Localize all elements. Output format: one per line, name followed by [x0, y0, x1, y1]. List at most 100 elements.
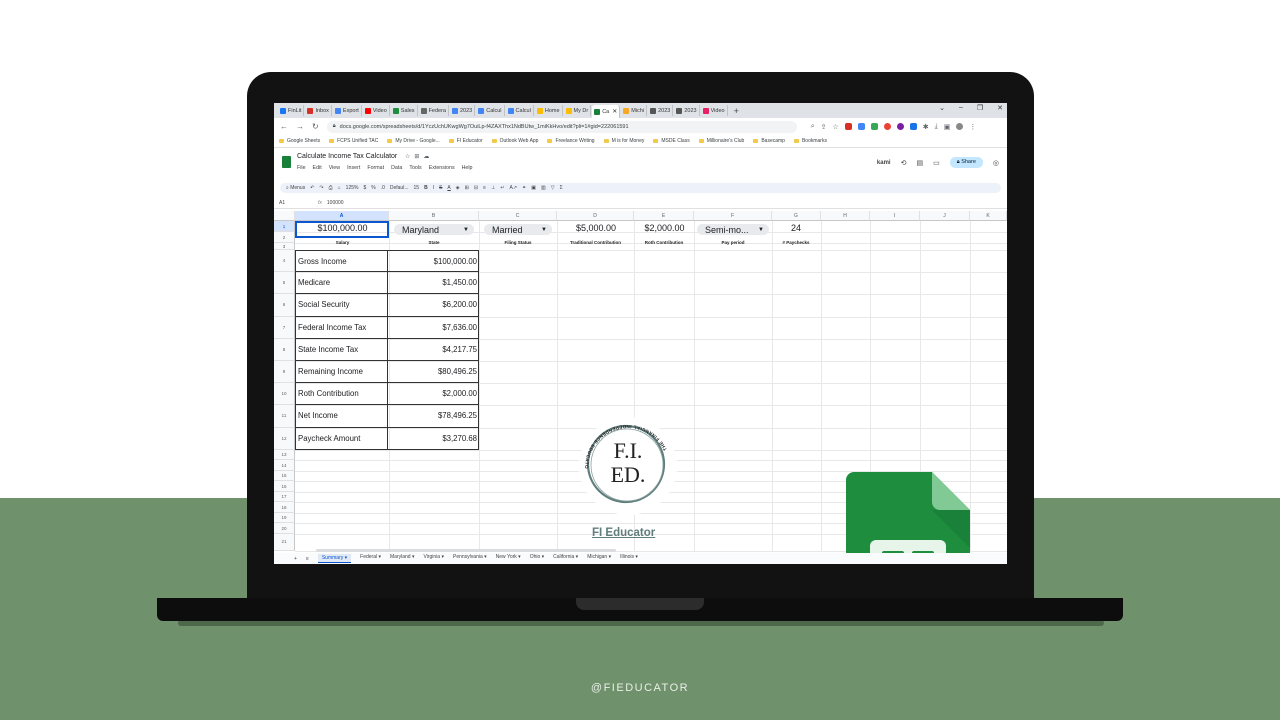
row-header[interactable]: 2: [274, 232, 295, 243]
wrap-icon[interactable]: ↵: [500, 185, 504, 191]
bookmark-item[interactable]: Freelance Writing: [547, 138, 595, 144]
extension-icon[interactable]: [870, 123, 878, 130]
search-menus[interactable]: ⌕ Menus: [286, 185, 305, 191]
sheet-tab[interactable]: Ohio ▾: [530, 554, 544, 563]
browser-tab[interactable]: 2023: [648, 105, 674, 116]
new-tab-button[interactable]: +: [734, 106, 739, 116]
extension-icon[interactable]: [896, 123, 904, 130]
minimize-icon[interactable]: –: [959, 104, 963, 112]
row-header[interactable]: 11: [274, 405, 295, 428]
menu-item[interactable]: Help: [462, 165, 473, 171]
summary-label[interactable]: Net Income: [295, 405, 388, 428]
fill-color-icon[interactable]: ◈: [456, 185, 460, 191]
summary-value[interactable]: $3,270.68: [388, 427, 479, 450]
italic-icon[interactable]: I: [433, 185, 434, 191]
sheet-tab[interactable]: Pennsylvania ▾: [453, 554, 487, 563]
spreadsheet-grid[interactable]: ABCDEFGHIJK 1 2 3 4 5 6 7 8 9 10 11 12 13 14 15 16 17 18 1…: [274, 211, 1007, 564]
summary-label[interactable]: Medicare: [295, 272, 388, 295]
decimal-icon[interactable]: .0: [381, 185, 385, 191]
sheet-tab[interactable]: Virginia ▾: [424, 554, 445, 563]
name-box[interactable]: A1: [274, 200, 310, 206]
summary-value[interactable]: $80,496.25: [388, 361, 479, 384]
strikethrough-icon[interactable]: S: [439, 185, 442, 191]
functions-icon[interactable]: Σ: [560, 185, 563, 191]
row-header[interactable]: 7: [274, 316, 295, 339]
row-header[interactable]: 5: [274, 272, 295, 295]
paychecks-input-cell[interactable]: 24: [772, 223, 820, 233]
kebab-menu-icon[interactable]: ⋮: [969, 123, 976, 131]
sheet-tab[interactable]: Illinois ▾: [620, 554, 638, 563]
percent-icon[interactable]: %: [371, 185, 375, 191]
bold-icon[interactable]: B: [424, 185, 428, 191]
summary-label[interactable]: Remaining Income: [295, 361, 388, 384]
extension-icon[interactable]: [844, 123, 852, 130]
redo-icon[interactable]: ↷: [319, 185, 323, 191]
bookmark-item[interactable]: Basecamp: [753, 138, 785, 144]
row-header[interactable]: 20: [274, 523, 295, 534]
fi-educator-link[interactable]: FI Educator: [592, 527, 655, 539]
menu-item[interactable]: File: [297, 165, 306, 171]
print-icon[interactable]: ⎙: [329, 185, 333, 191]
browser-tab[interactable]: Video: [363, 105, 390, 116]
font-size-field[interactable]: 15: [414, 185, 420, 191]
avatar[interactable]: [956, 123, 964, 130]
browser-tab[interactable]: Calcul: [476, 105, 505, 116]
share-page-icon[interactable]: ⇪: [821, 123, 827, 131]
horizontal-scrollbar[interactable]: [316, 549, 616, 552]
menu-item[interactable]: View: [329, 165, 340, 171]
align-icon[interactable]: ≡: [483, 185, 486, 191]
cloud-icon[interactable]: ☁: [423, 154, 433, 160]
forward-icon[interactable]: →: [296, 122, 304, 131]
column-header[interactable]: C: [479, 211, 557, 221]
column-header[interactable]: I: [870, 211, 920, 221]
document-title[interactable]: Calculate Income Tax Calculator: [297, 153, 397, 160]
link-icon[interactable]: ⚭: [522, 185, 526, 191]
filter-icon[interactable]: ▽: [551, 185, 555, 191]
browser-tab[interactable]: 2023: [674, 105, 700, 116]
sheet-tab[interactable]: Summary ▾: [317, 554, 352, 563]
row-header[interactable]: 4: [274, 250, 295, 273]
add-sheet-icon[interactable]: +: [294, 556, 297, 562]
menu-item[interactable]: Tools: [409, 165, 421, 171]
column-header[interactable]: E: [634, 211, 694, 221]
browser-tab[interactable]: Sales: [391, 105, 418, 116]
browser-tab[interactable]: Michi: [621, 105, 648, 116]
url-field[interactable]: 🔒︎ docs.google.com/spreadsheets/d/1YczUc…: [326, 120, 797, 133]
menu-item[interactable]: Data: [391, 165, 402, 171]
roth-input-cell[interactable]: $2,000.00: [635, 223, 694, 233]
state-dropdown[interactable]: Maryland ▼: [394, 224, 474, 235]
row-header[interactable]: 16: [274, 481, 295, 492]
row-header[interactable]: 10: [274, 383, 295, 406]
merge-icon[interactable]: ⊟: [474, 185, 478, 191]
row-header[interactable]: 18: [274, 502, 295, 513]
filing-status-dropdown[interactable]: Married ▼: [484, 224, 552, 235]
sheet-tab[interactable]: New York ▾: [496, 554, 521, 563]
comment-add-icon[interactable]: ▣: [531, 185, 536, 191]
row-header[interactable]: 14: [274, 460, 295, 471]
menu-item[interactable]: Edit: [313, 165, 322, 171]
bookmark-item[interactable]: M is for Money: [603, 138, 644, 144]
extension-icon[interactable]: [909, 123, 917, 130]
sheets-logo-icon[interactable]: [282, 156, 291, 168]
bookmark-item[interactable]: Google Sheets: [279, 138, 320, 144]
paint-format-icon[interactable]: ⌂: [338, 185, 341, 191]
rotate-icon[interactable]: A↗: [510, 185, 518, 191]
share-button[interactable]: 🔒︎ Share: [949, 157, 983, 168]
sheet-tab[interactable]: Maryland ▾: [390, 554, 414, 563]
row-header[interactable]: 15: [274, 470, 295, 482]
summary-value[interactable]: $100,000.00: [388, 250, 479, 272]
row-header[interactable]: 13: [274, 449, 295, 461]
summary-label[interactable]: Roth Contribution: [295, 383, 388, 406]
column-header[interactable]: D: [557, 211, 634, 221]
summary-label[interactable]: State Income Tax: [295, 338, 388, 361]
column-header[interactable]: H: [821, 211, 870, 221]
summary-value[interactable]: $2,000.00: [388, 383, 479, 406]
sidebar-icon[interactable]: ▣: [944, 123, 951, 131]
browser-tab[interactable]: Inbox: [305, 105, 332, 116]
column-header[interactable]: F: [694, 211, 772, 221]
pay-period-dropdown[interactable]: Semi-mo... ▼: [697, 224, 769, 235]
back-icon[interactable]: ←: [280, 122, 288, 131]
valign-icon[interactable]: ⊥: [491, 185, 495, 191]
column-header[interactable]: J: [920, 211, 970, 221]
summary-value[interactable]: $78,496.25: [388, 405, 479, 428]
